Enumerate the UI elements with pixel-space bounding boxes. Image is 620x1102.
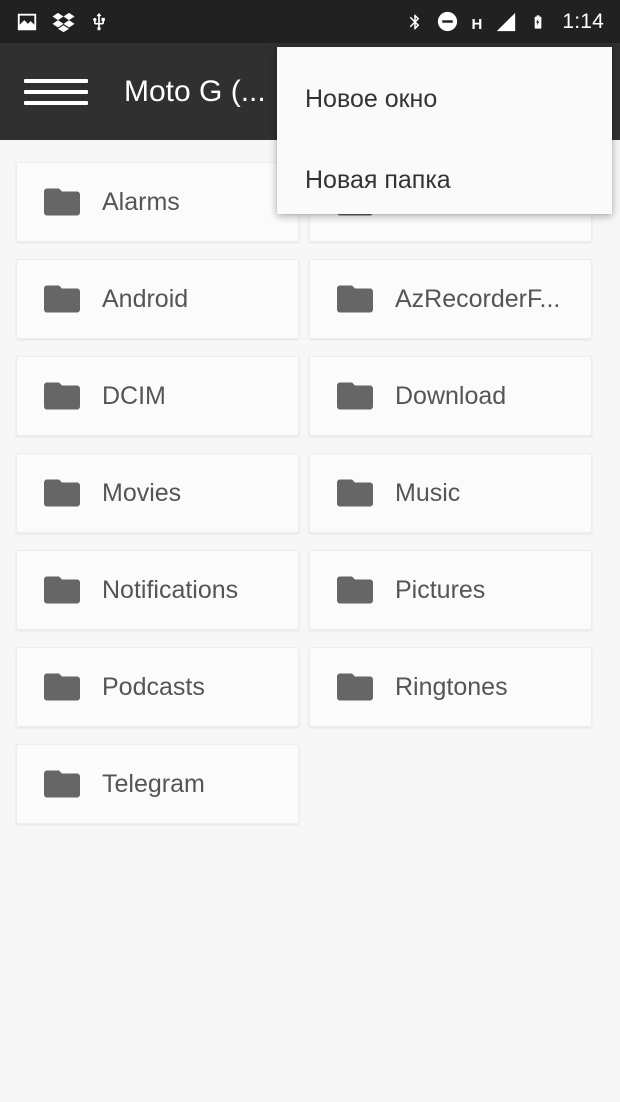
folder-card[interactable]: Movies (16, 453, 299, 533)
folder-card[interactable]: Download (309, 356, 592, 436)
folder-icon (43, 478, 81, 508)
hamburger-bar-3 (24, 100, 88, 105)
image-icon (16, 11, 38, 33)
folder-card[interactable]: DCIM (16, 356, 299, 436)
folder-card[interactable]: AzRecorderF... (309, 259, 592, 339)
folder-icon (43, 672, 81, 702)
battery-charging-icon (530, 10, 546, 34)
folder-card[interactable]: Android (16, 259, 299, 339)
folder-card-label: Podcasts (102, 672, 205, 701)
folder-icon (43, 769, 81, 799)
network-type-icon: H (471, 15, 483, 33)
folder-card[interactable]: Alarms (16, 162, 299, 242)
folder-icon (336, 284, 374, 314)
folder-card[interactable]: Telegram (16, 744, 299, 824)
folder-grid: Alarms Android AzRecorderF... DCIM Download M… (0, 162, 620, 824)
folder-card-label: Android (102, 284, 189, 313)
folder-card[interactable]: Podcasts (16, 647, 299, 727)
folder-icon (336, 381, 374, 411)
folder-card-label: Download (395, 381, 507, 410)
overflow-popup-menu: Новое окно Новая папка (277, 47, 612, 214)
do-not-disturb-icon (437, 11, 458, 32)
folder-card-label: Telegram (102, 769, 205, 798)
folder-icon (43, 381, 81, 411)
folder-card-label: AzRecorderF... (395, 284, 561, 313)
folder-card-label: Alarms (102, 187, 180, 216)
page-title: Moto G (... (124, 74, 266, 108)
folder-card-label: Movies (102, 478, 182, 507)
folder-card-label: Ringtones (395, 672, 508, 701)
folder-icon (43, 575, 81, 605)
bluetooth-icon (406, 10, 424, 34)
folder-card[interactable]: Ringtones (309, 647, 592, 727)
folder-card-label: Notifications (102, 575, 239, 604)
hamburger-bar-1 (24, 78, 88, 83)
status-bar-right-icons: H 1:14 (406, 10, 604, 34)
status-bar-clock: 1:14 (562, 9, 604, 33)
folder-icon (336, 478, 374, 508)
folder-card-label: Pictures (395, 575, 486, 604)
folder-icon (43, 187, 81, 217)
usb-icon (89, 11, 109, 33)
status-bar-left-icons (16, 11, 109, 33)
hamburger-bar-2 (24, 89, 88, 94)
folder-card[interactable]: Pictures (309, 550, 592, 630)
hamburger-icon[interactable] (24, 78, 88, 105)
signal-bars-icon (495, 11, 517, 33)
menu-item-new-folder[interactable]: Новая папка (277, 150, 612, 210)
folder-card-label: DCIM (102, 381, 166, 410)
menu-item-new-window[interactable]: Новое окно (277, 69, 612, 129)
folder-icon (336, 672, 374, 702)
folder-card[interactable]: Music (309, 453, 592, 533)
folder-list: Alarms Android AzRecorderF... DCIM Download M… (0, 140, 620, 1102)
folder-icon (43, 284, 81, 314)
folder-card-label: Music (395, 478, 461, 507)
folder-icon (336, 575, 374, 605)
status-bar: H 1:14 (0, 0, 620, 43)
dropbox-icon (52, 11, 75, 33)
folder-card[interactable]: Notifications (16, 550, 299, 630)
